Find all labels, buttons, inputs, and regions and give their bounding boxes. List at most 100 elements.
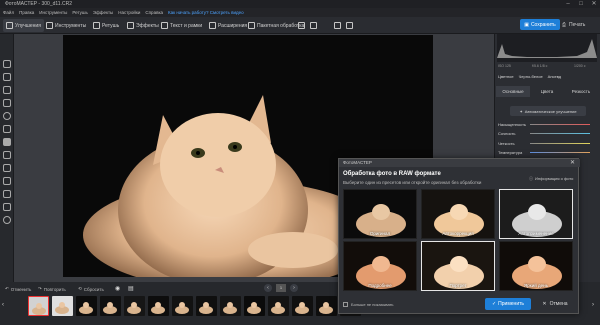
- menu-help[interactable]: Справка: [145, 10, 163, 15]
- check-icon: ✓: [491, 301, 497, 307]
- info-icon: ⓘ: [529, 176, 533, 181]
- preset-label: Автоприменение: [518, 231, 554, 236]
- hist-shutter: 1/200 c: [574, 64, 586, 68]
- lens-tool-icon[interactable]: [3, 216, 11, 224]
- slider-label-vibrance: Сочность: [498, 131, 516, 136]
- film-thumbnail[interactable]: [292, 296, 313, 316]
- film-thumbnail[interactable]: [172, 296, 193, 316]
- video-help-link[interactable]: Как начать работу? Смотреть видео: [168, 10, 244, 15]
- tab-sharpness[interactable]: Резкость: [564, 86, 598, 97]
- preset-details[interactable]: Подробнее: [343, 241, 417, 291]
- tab-colors[interactable]: Цвета: [530, 86, 564, 97]
- reset-button[interactable]: ⟲ Сбросить: [78, 285, 104, 293]
- tab-text[interactable]: Текст и рамки: [158, 19, 205, 32]
- save-button[interactable]: ▣ Сохранить: [520, 19, 560, 30]
- redo-button[interactable]: ↷ Повторить: [38, 285, 66, 293]
- menu-settings[interactable]: Настройки: [118, 10, 140, 15]
- print-button[interactable]: ⎙ Печать: [562, 20, 596, 30]
- mode-bw[interactable]: Черно-белое: [519, 74, 543, 79]
- brush-tool-icon[interactable]: [3, 86, 11, 94]
- tab-tools[interactable]: Инструменты: [43, 19, 89, 32]
- preset-bright-day[interactable]: Яркий день: [499, 241, 573, 291]
- filmstrip-icon[interactable]: ▤: [128, 285, 134, 292]
- next-page-button[interactable]: ›: [290, 284, 298, 292]
- menu-retouch[interactable]: Ретушь: [72, 10, 87, 15]
- tab-retouch-label: Ретушь: [102, 22, 120, 29]
- preset-autoapply[interactable]: Автоприменение: [499, 189, 573, 239]
- eye-icon[interactable]: ◉: [115, 285, 120, 292]
- preset-original[interactable]: Оригинал: [343, 189, 417, 239]
- undo-icon: ↶: [5, 286, 9, 291]
- film-thumbnail[interactable]: [196, 296, 217, 316]
- photo-info-link[interactable]: ⓘ Информация о фото: [529, 176, 573, 182]
- saturation-slider[interactable]: [530, 124, 590, 125]
- tab-retouch[interactable]: Ретушь: [90, 19, 122, 32]
- film-thumbnail[interactable]: [52, 296, 73, 316]
- scroll-right-icon[interactable]: ›: [592, 302, 594, 308]
- apply-button[interactable]: ✓ Применить: [485, 298, 531, 310]
- film-thumbnail[interactable]: [100, 296, 121, 316]
- maximize-button[interactable]: □: [575, 0, 587, 8]
- curves-tool-icon[interactable]: [3, 203, 11, 211]
- cancel-label: Отмена: [549, 301, 568, 307]
- mask-tool-icon[interactable]: [3, 151, 11, 159]
- heal-tool-icon[interactable]: [3, 60, 11, 68]
- preset-label: Яркий день: [524, 283, 548, 288]
- menu-tools[interactable]: Инструменты: [39, 10, 67, 15]
- film-thumbnail[interactable]: [220, 296, 241, 316]
- undo-button[interactable]: ↶ Отменить: [5, 285, 31, 293]
- panel-tabs: Основные Цвета Резкость: [496, 86, 598, 97]
- film-thumbnail[interactable]: [316, 296, 337, 316]
- rect-tool-icon[interactable]: [3, 138, 11, 146]
- text-tool-icon[interactable]: [3, 190, 11, 198]
- gradient-tool-icon[interactable]: [3, 99, 11, 107]
- scroll-left-icon[interactable]: ‹: [2, 302, 4, 308]
- stamp-tool-icon[interactable]: [3, 73, 11, 81]
- tab-effects[interactable]: Эффекты: [124, 19, 162, 32]
- tab-extensions-label: Расширения: [218, 22, 248, 29]
- dialog-close-icon[interactable]: ✕: [570, 159, 575, 166]
- radial-tool-icon[interactable]: [3, 112, 11, 120]
- compare-icon[interactable]: [298, 22, 305, 29]
- reset-icon: ⟲: [78, 286, 82, 291]
- menu-effects[interactable]: Эффекты: [93, 10, 113, 15]
- clarity-slider[interactable]: [530, 143, 590, 144]
- minimize-button[interactable]: –: [562, 0, 574, 8]
- redo-label: Повторить: [43, 286, 66, 292]
- vibrance-slider[interactable]: [530, 133, 590, 134]
- film-thumbnail[interactable]: [244, 296, 265, 316]
- film-thumbnail[interactable]: [268, 296, 289, 316]
- mode-sepia[interactable]: Апсевд: [548, 74, 561, 79]
- save-label: Сохранить: [530, 21, 556, 28]
- film-thumbnail[interactable]: [76, 296, 97, 316]
- brush-icon: [93, 22, 100, 29]
- temperature-slider[interactable]: [530, 152, 590, 153]
- film-thumbnail[interactable]: [124, 296, 145, 316]
- dont-show-checkbox[interactable]: [343, 302, 348, 307]
- tab-basic[interactable]: Основные: [496, 86, 530, 97]
- dialog-subtitle: Выберите один из пресетов или откройте о…: [343, 180, 482, 185]
- menu-edit[interactable]: Правка: [19, 10, 34, 15]
- preset-autocorrect[interactable]: Автокоррекция: [421, 189, 495, 239]
- film-thumbnail[interactable]: [28, 296, 49, 316]
- tab-extensions[interactable]: Расширения: [206, 19, 250, 32]
- menu-file[interactable]: Файл: [3, 10, 14, 15]
- cancel-button[interactable]: ✕ Отмена: [535, 298, 575, 310]
- film-thumbnail[interactable]: [148, 296, 169, 316]
- text-icon: [161, 22, 168, 29]
- preset-portrait[interactable]: Портрет: [421, 241, 495, 291]
- fit-icon[interactable]: [334, 22, 341, 29]
- preset-label: Автокоррекция: [442, 231, 474, 236]
- undo-label: Отменить: [10, 286, 32, 292]
- split-view-icon[interactable]: [310, 22, 317, 29]
- x-icon: ✕: [542, 301, 547, 307]
- prev-page-button[interactable]: ‹: [264, 284, 272, 292]
- mode-color[interactable]: Цветное: [498, 74, 514, 79]
- zoom-icon[interactable]: [346, 22, 353, 29]
- auto-enhance-button[interactable]: ✦ Автоматическое улучшение: [510, 106, 586, 116]
- eyedropper-tool-icon[interactable]: [3, 164, 11, 172]
- dodge-tool-icon[interactable]: [3, 125, 11, 133]
- tab-enhance[interactable]: Улучшения: [3, 19, 44, 32]
- close-button[interactable]: ✕: [588, 0, 600, 8]
- fill-tool-icon[interactable]: [3, 177, 11, 185]
